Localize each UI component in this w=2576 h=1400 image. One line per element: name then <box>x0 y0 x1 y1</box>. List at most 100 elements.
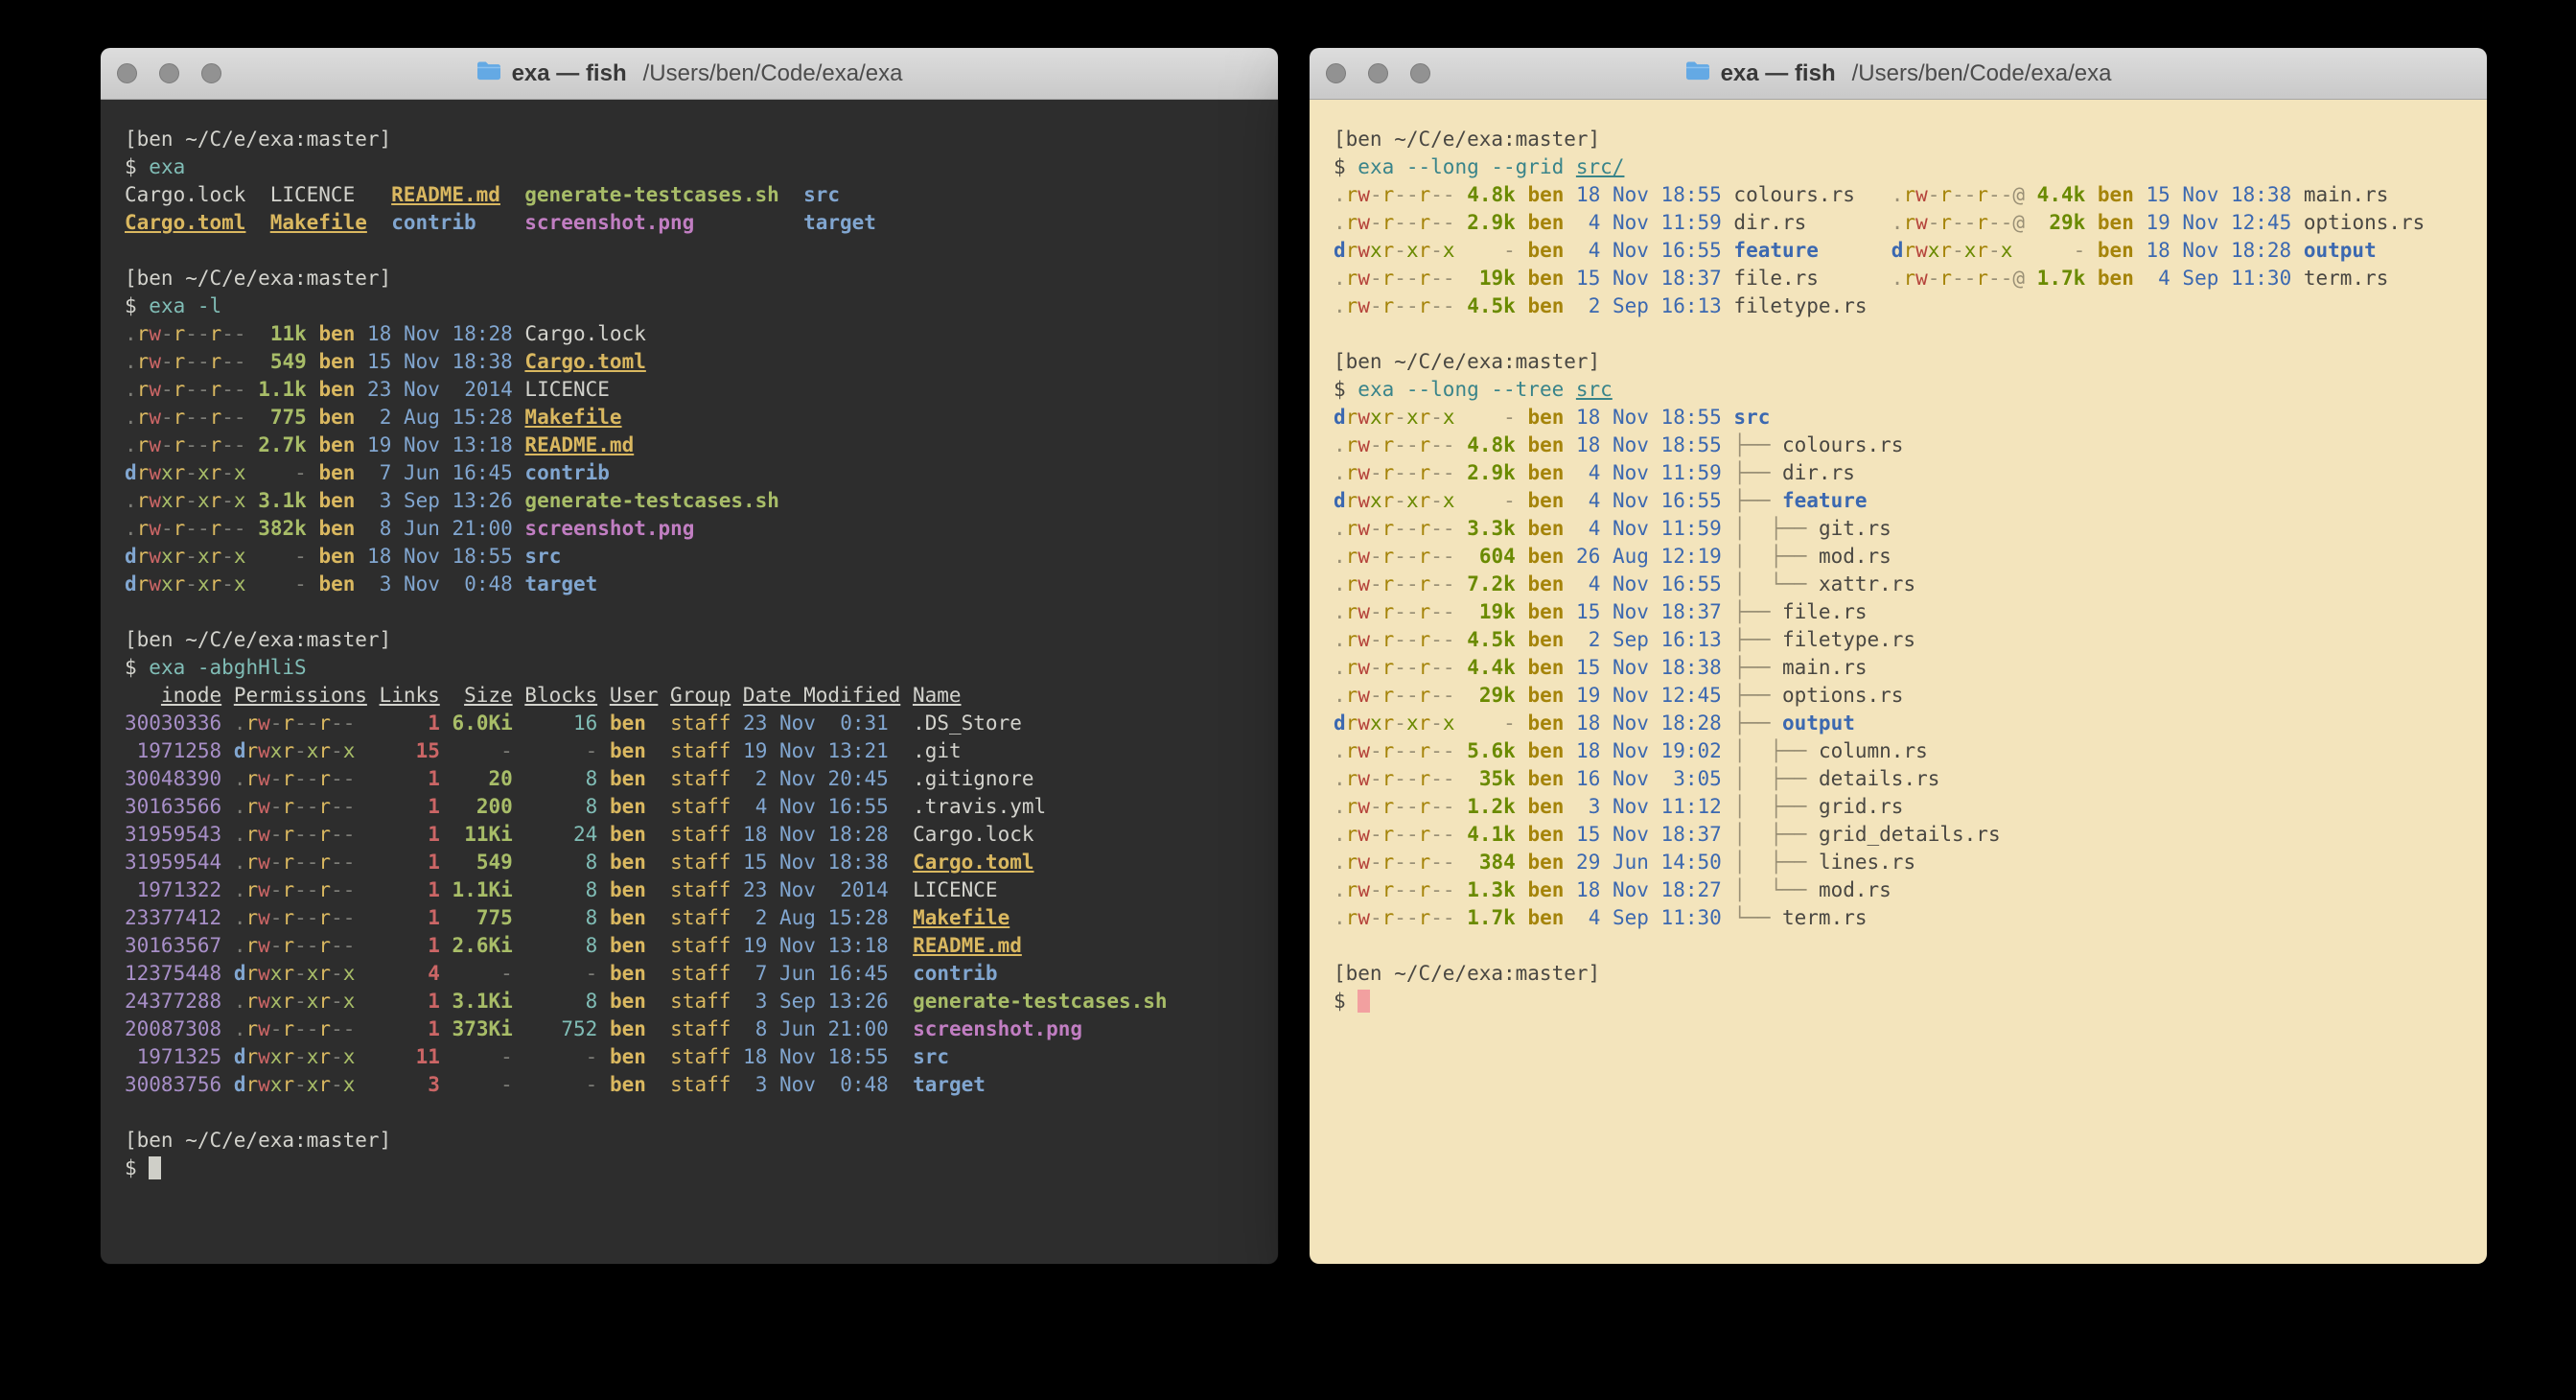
text-segment <box>889 1017 913 1040</box>
cursor <box>1358 990 1370 1013</box>
text-segment: output <box>2304 239 2377 262</box>
permission-char: - <box>343 878 356 901</box>
text-segment: 549 <box>453 851 513 874</box>
permission-char: r <box>282 823 294 846</box>
text-segment: ben <box>610 1045 646 1068</box>
text-segment <box>1516 545 1528 568</box>
close-button[interactable] <box>1326 63 1346 83</box>
text-segment <box>307 322 319 345</box>
text-segment: 8 <box>524 934 597 957</box>
terminal-line: 23377412 .rw-r--r-- 1 775 8 ben staff 2 … <box>125 904 1254 932</box>
zoom-button[interactable] <box>201 63 221 83</box>
text-segment: 23 Nov 2014 <box>367 378 513 401</box>
permission-char: x <box>1964 239 1977 262</box>
permission-char: r <box>1382 739 1395 762</box>
permission-char: r <box>282 906 294 929</box>
minimize-button[interactable] <box>1368 63 1388 83</box>
permission-char: - <box>1406 739 1419 762</box>
titlebar[interactable]: exa — fish /Users/ben/Code/exa/exa <box>1310 48 2487 100</box>
permission-char: w <box>1358 684 1370 707</box>
terminal-content[interactable]: [ben ~/C/e/exa:master]$ exa --long --gri… <box>1310 100 2487 1264</box>
text-segment: ben <box>610 1017 646 1040</box>
text-segment: 7.2k <box>1467 572 1516 595</box>
permission-char: . <box>1334 294 1346 317</box>
text-segment: $ <box>125 1156 149 1179</box>
permission-char: r <box>1346 795 1358 818</box>
text-segment <box>1516 211 1528 234</box>
text-segment <box>1455 572 1468 595</box>
text-segment: src <box>1576 378 1613 401</box>
permission-char: . <box>1334 684 1346 707</box>
text-segment <box>1564 795 1576 818</box>
zoom-button[interactable] <box>1410 63 1430 83</box>
terminal-content[interactable]: [ben ~/C/e/exa:master]$ exaCargo.lock LI… <box>101 100 1278 1264</box>
terminal-line: .rw-r--r-- 384 ben 29 Jun 14:50 │ ├── li… <box>1334 849 2463 876</box>
permission-char: r <box>1419 211 1431 234</box>
permission-char: r <box>282 739 294 762</box>
permission-char: - <box>221 406 234 429</box>
permission-char: - <box>185 461 197 484</box>
close-button[interactable] <box>117 63 137 83</box>
terminal-line: 1971325 drwxr-xr-x 11 - - ben staff 18 N… <box>125 1043 1254 1071</box>
permission-char: - <box>1988 211 2001 234</box>
text-segment <box>246 517 259 540</box>
text-segment <box>513 739 525 762</box>
permission-char: - <box>1443 461 1455 484</box>
permission-char: r <box>1346 878 1358 901</box>
text-segment <box>1455 906 1468 929</box>
permission-char: - <box>331 878 343 901</box>
permission-char: . <box>1334 628 1346 651</box>
permission-char: r <box>1939 211 1952 234</box>
permission-char: . <box>1334 461 1346 484</box>
permission-char: x <box>1406 712 1419 735</box>
permission-char: x <box>343 1073 356 1096</box>
permission-char: r <box>282 878 294 901</box>
permission-char: - <box>1370 878 1382 901</box>
terminal-line: $ <box>1334 988 2463 1015</box>
text-segment: $ <box>125 294 149 317</box>
text-segment: - <box>524 962 597 985</box>
permission-char: w <box>149 350 161 373</box>
text-segment <box>221 823 234 846</box>
text-segment <box>889 878 913 901</box>
text-segment: 3 Nov 11:12 <box>1576 795 1722 818</box>
permission-char: r <box>1346 851 1358 874</box>
text-segment <box>440 851 453 874</box>
permission-char: - <box>1988 183 2001 206</box>
text-segment <box>1819 267 1891 290</box>
text-segment <box>646 878 670 901</box>
text-segment <box>355 378 367 401</box>
permission-char: r <box>282 990 294 1013</box>
text-segment <box>355 406 367 429</box>
permission-char: r <box>1382 628 1395 651</box>
permission-char: - <box>2001 211 2013 234</box>
text-segment: 2.9k <box>1467 211 1516 234</box>
permission-char: - <box>270 851 283 874</box>
text-segment: target <box>913 1073 986 1096</box>
text-segment: 1 <box>380 767 440 790</box>
permission-char: - <box>343 1017 356 1040</box>
permission-char: r <box>1382 517 1395 540</box>
text-segment: [ben ~/C/e/exa:master] <box>125 1129 391 1152</box>
permission-char: r <box>318 712 331 735</box>
permission-char: - <box>294 851 307 874</box>
text-segment: 15 Nov 18:38 <box>367 350 513 373</box>
titlebar[interactable]: exa — fish /Users/ben/Code/exa/exa <box>101 48 1278 100</box>
permission-char: w <box>1915 239 1928 262</box>
permission-char: d <box>1891 239 1904 262</box>
text-segment: 1971322 <box>125 878 221 901</box>
text-segment: .DS_Store <box>913 712 1022 735</box>
text-segment: ben <box>318 545 355 568</box>
permission-char: r <box>245 851 258 874</box>
permission-char: r <box>1939 183 1952 206</box>
minimize-button[interactable] <box>159 63 179 83</box>
permission-char: - <box>1443 600 1455 623</box>
permission-char: r <box>210 572 222 595</box>
text-segment <box>1516 684 1528 707</box>
permission-char: w <box>149 489 161 512</box>
text-segment <box>221 795 234 818</box>
text-segment: 604 <box>1467 545 1516 568</box>
permission-char: r <box>1903 267 1915 290</box>
permission-char: r <box>1346 267 1358 290</box>
text-segment: options.rs <box>1782 684 1903 707</box>
